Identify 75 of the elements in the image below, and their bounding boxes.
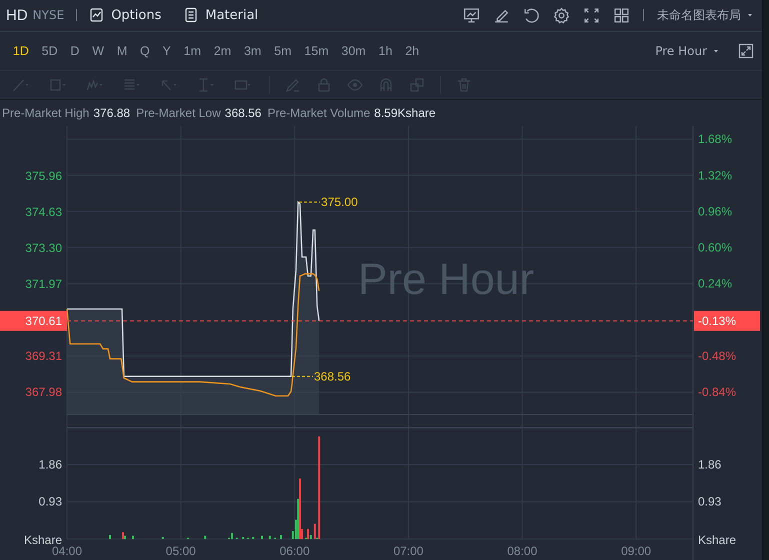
- current-price-badge: 370.61: [0, 310, 67, 331]
- price-axis-label: 375.96: [25, 168, 62, 183]
- volume-axis-label: 1.86: [38, 457, 62, 472]
- timeframe-tab[interactable]: Q: [134, 44, 156, 58]
- stat-value: 376.88: [93, 106, 130, 120]
- percent-axis-label: -0.84%: [698, 384, 736, 399]
- volume-unit-label: Kshare: [698, 532, 736, 547]
- percent-axis-label: 1.32%: [698, 168, 732, 182]
- timeframe-tab[interactable]: 2m: [208, 44, 238, 58]
- price-axis-label: 371.97: [25, 276, 62, 291]
- chart-monitor-icon[interactable]: [463, 6, 480, 24]
- grid-layout-icon[interactable]: [613, 6, 630, 24]
- trash-icon[interactable]: [456, 76, 472, 93]
- volume-bar: [162, 536, 164, 539]
- pencil-icon[interactable]: [285, 76, 301, 93]
- timeframe-tab[interactable]: 15m: [298, 44, 335, 58]
- leader-line: [298, 201, 321, 202]
- timeframe-tab[interactable]: 3m: [238, 44, 268, 58]
- timeframe-tab[interactable]: Y: [156, 44, 177, 58]
- timeframe-tab[interactable]: 1h: [372, 44, 398, 58]
- timeframe-tab[interactable]: 1D: [7, 44, 35, 58]
- timeframe-tab[interactable]: M: [110, 44, 134, 58]
- header-link[interactable]: Material: [183, 7, 258, 24]
- time-axis-label: 05:00: [166, 544, 196, 558]
- timeframe-tab[interactable]: 1m: [178, 44, 207, 58]
- volume-bar: [242, 536, 244, 539]
- time-axis-label: 09:00: [621, 544, 652, 558]
- stat-label: Pre-Market Volume: [267, 106, 370, 120]
- stat-value: 8.59Kshare: [374, 106, 436, 120]
- timeframe-tab[interactable]: D: [64, 44, 86, 58]
- timeframe-tab[interactable]: 5m: [268, 44, 298, 58]
- price-axis-label: 373.30: [25, 240, 62, 255]
- timeframe-tab[interactable]: 5D: [36, 44, 64, 58]
- stat-label: Pre-Market Low: [136, 106, 221, 120]
- price-axis-label: 374.63: [25, 204, 62, 219]
- current-percent-badge: -0.13%: [694, 310, 760, 331]
- magnet-icon[interactable]: [378, 76, 394, 93]
- percent-axis-label: 0.24%: [698, 276, 732, 291]
- header-link[interactable]: Options: [89, 7, 162, 24]
- volume-bar: [204, 536, 206, 539]
- document-icon: [183, 7, 200, 24]
- session-dropdown[interactable]: Pre Hour: [655, 44, 720, 58]
- volume-axis-label: 0.93: [698, 494, 722, 509]
- high-price-label: 375.00: [321, 194, 358, 209]
- eye-icon[interactable]: [347, 76, 363, 93]
- time-axis-label: 08:00: [507, 544, 538, 558]
- timeframe-tab[interactable]: 30m: [336, 44, 372, 58]
- stat-label: Pre-Market High: [2, 106, 90, 120]
- lock-icon[interactable]: [316, 76, 332, 93]
- fullscreen-icon[interactable]: [583, 6, 600, 24]
- timeframe-tab[interactable]: 2h: [399, 44, 425, 58]
- time-axis-label: 06:00: [280, 544, 310, 558]
- exchange-label: NYSE: [32, 8, 64, 22]
- copy-icon[interactable]: [409, 76, 425, 93]
- percent-axis-label: 1.68%: [698, 132, 732, 146]
- expand-icon[interactable]: [738, 42, 754, 59]
- price-axis-label: 369.31: [25, 348, 62, 363]
- low-price-label: 368.56: [314, 369, 351, 384]
- volume-axis-label: 1.86: [698, 457, 722, 472]
- volume-bar: [252, 536, 254, 539]
- percent-axis-label: 0.60%: [698, 240, 732, 254]
- volume-bar: [268, 536, 271, 539]
- settings-icon[interactable]: [553, 6, 570, 24]
- price-axis-label: 367.98: [25, 384, 62, 399]
- refresh-icon[interactable]: [523, 6, 540, 24]
- volume-axis-label: 0.93: [38, 494, 62, 509]
- leader-line: [292, 376, 314, 377]
- ticker-symbol: HD: [6, 6, 28, 24]
- time-axis-label: 07:00: [393, 544, 424, 558]
- layout-dropdown[interactable]: 未命名图表布局: [657, 6, 754, 24]
- percent-axis-label: 0.96%: [698, 204, 732, 218]
- stat-value: 368.56: [224, 106, 262, 120]
- chart-document-icon: [89, 7, 106, 24]
- percent-axis-label: -0.48%: [698, 348, 736, 363]
- timeframe-tab[interactable]: W: [86, 44, 110, 58]
